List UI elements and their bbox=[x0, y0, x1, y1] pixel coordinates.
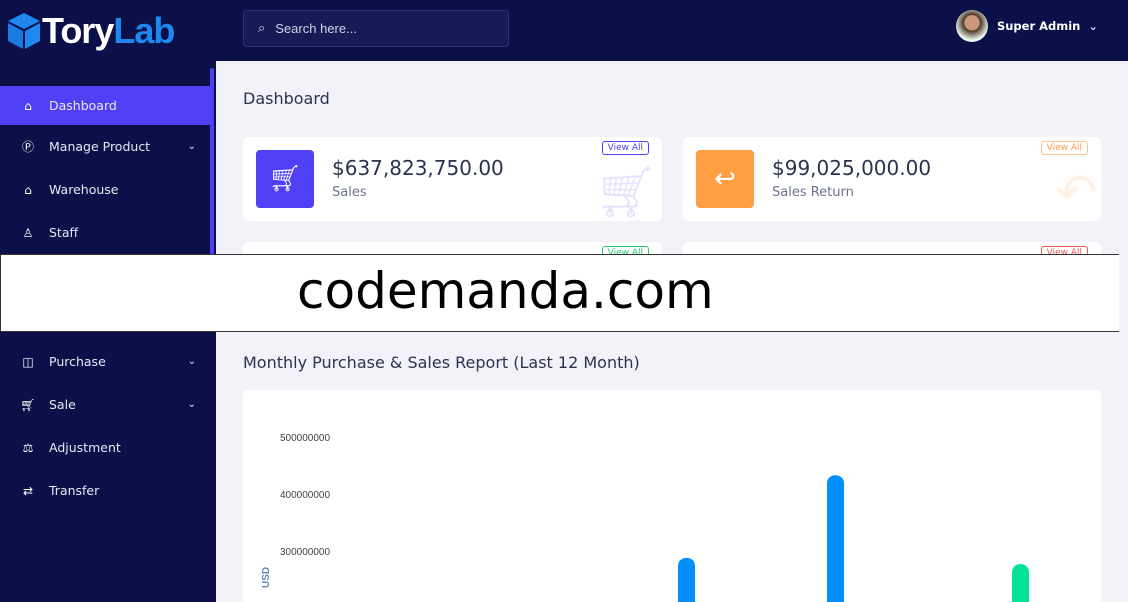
bar-chart: 500000000 400000000 300000000 USD bbox=[261, 433, 1029, 602]
bar-body bbox=[678, 567, 695, 602]
warehouse-icon: ⌂ bbox=[24, 182, 32, 197]
sidebar-item-dashboard[interactable]: ⌂ Dashboard bbox=[0, 86, 210, 125]
y-tick-label: 300000000 bbox=[280, 547, 330, 558]
y-tick-label: 500000000 bbox=[280, 433, 330, 444]
topbar: ⌕ Super Admin ⌄ bbox=[216, 0, 1128, 61]
sidebar-item-adjustment[interactable]: ⚖ Adjustment bbox=[0, 426, 210, 469]
search-box[interactable]: ⌕ bbox=[243, 10, 509, 47]
logo[interactable]: Tory Lab bbox=[6, 10, 175, 52]
cart-icon: 🛒︎ bbox=[256, 150, 314, 208]
bag-icon: ◫ bbox=[22, 354, 34, 369]
watermark-banner: codemanda.com bbox=[0, 254, 1119, 332]
sidebar-item-staff[interactable]: ♙ Staff bbox=[0, 211, 210, 254]
view-all-button[interactable]: View All bbox=[601, 141, 649, 155]
user-menu[interactable]: Super Admin ⌄ bbox=[955, 10, 1098, 42]
chart-card: 500000000 400000000 300000000 USD bbox=[243, 390, 1101, 602]
avatar bbox=[955, 10, 988, 42]
y-axis-label: USD bbox=[261, 567, 272, 588]
undo-icon: ↶ bbox=[1055, 163, 1097, 221]
y-tick-label: 400000000 bbox=[280, 490, 330, 501]
chevron-down-icon: ⌄ bbox=[1088, 19, 1098, 33]
view-all-button[interactable]: View All bbox=[1040, 141, 1088, 155]
bar-body bbox=[827, 485, 844, 602]
user-icon: ♙ bbox=[22, 225, 34, 240]
cart-icon: 🛒︎ bbox=[20, 397, 36, 412]
reply-icon: ↩ bbox=[696, 150, 754, 208]
sidebar-item-warehouse[interactable]: ⌂ Warehouse bbox=[0, 168, 210, 211]
search-icon: ⌕ bbox=[258, 21, 266, 36]
page-title: Dashboard bbox=[243, 89, 330, 108]
sidebar-item-transfer[interactable]: ⇄ Transfer bbox=[0, 469, 210, 512]
bar-body bbox=[1012, 574, 1029, 602]
sidebar-item-purchase[interactable]: ◫ Purchase ⌄ bbox=[0, 340, 210, 383]
chevron-down-icon: ⌄ bbox=[187, 141, 196, 152]
product-icon: Ⓟ bbox=[21, 140, 34, 154]
chart-title: Monthly Purchase & Sales Report (Last 12… bbox=[243, 353, 640, 372]
sales-return-card: ↩ $99,025,000.00 Sales Return View All ↶ bbox=[683, 137, 1101, 221]
transfer-icon: ⇄ bbox=[22, 483, 34, 498]
sidebar-item-manage-product[interactable]: Ⓟ Manage Product ⌄ bbox=[0, 125, 210, 168]
chevron-down-icon: ⌄ bbox=[187, 399, 196, 410]
home-icon: ⌂ bbox=[24, 98, 32, 113]
cart-icon: 🛒︎ bbox=[594, 163, 658, 221]
cube-icon bbox=[8, 13, 40, 49]
chevron-down-icon: ⌄ bbox=[187, 356, 196, 367]
search-input[interactable] bbox=[275, 21, 476, 36]
sidebar-scrollbar[interactable] bbox=[210, 68, 214, 258]
sales-card: 🛒︎ $637,823,750.00 Sales View All 🛒︎ bbox=[243, 137, 662, 221]
scale-icon: ⚖ bbox=[22, 440, 34, 455]
sidebar-item-sale[interactable]: 🛒︎ Sale ⌄ bbox=[0, 383, 210, 426]
